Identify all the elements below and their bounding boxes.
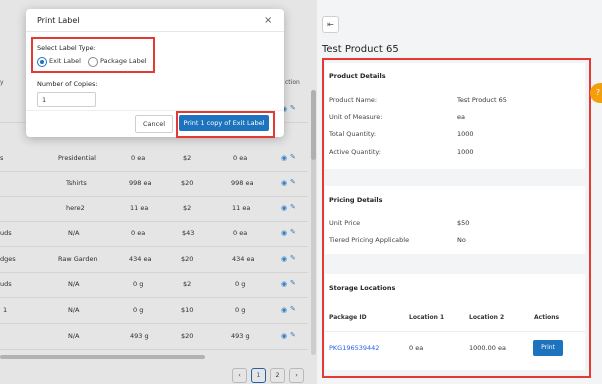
radio-exit-label[interactable]: [37, 57, 47, 67]
highlight-box-label-type: [31, 37, 155, 73]
print-confirm-button[interactable]: Print 1 copy of Exit Label: [179, 115, 269, 131]
copies-label: Number of Copies:: [37, 80, 98, 88]
radio-exit-label-text[interactable]: Exit Label: [49, 57, 81, 65]
label-type-heading: Select Label Type:: [37, 44, 96, 52]
cancel-button[interactable]: Cancel: [135, 115, 173, 133]
copies-input[interactable]: 1: [37, 92, 96, 107]
radio-package-label[interactable]: [88, 57, 98, 67]
collapse-panel-button[interactable]: ⇤: [322, 16, 339, 33]
highlight-box-product-panel: [322, 58, 591, 378]
modal-divider: [26, 31, 284, 32]
radio-package-label-text[interactable]: Package Label: [100, 57, 147, 65]
modal-title: Print Label: [37, 16, 80, 25]
product-title: Test Product 65: [322, 44, 399, 55]
close-icon[interactable]: ×: [264, 15, 272, 26]
